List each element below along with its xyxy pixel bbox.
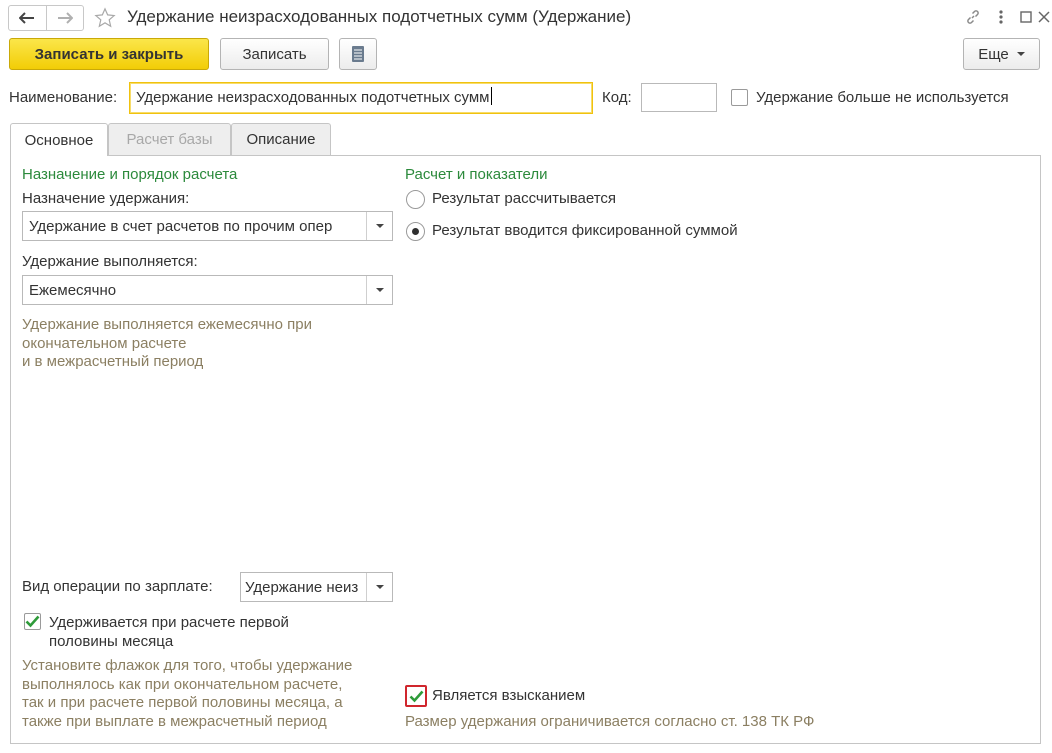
result-calculated-label: Результат рассчитывается [432, 190, 617, 207]
first-half-hint-line: так и при расчете первой половины месяца… [22, 694, 343, 711]
more-label: Еще [978, 45, 1009, 63]
chevron-down-icon [375, 288, 384, 292]
link-icon [967, 10, 979, 24]
schedule-hint: Удержание выполняется ежемесячно при око… [22, 316, 312, 372]
operation-label: Вид операции по зарплате: [22, 578, 213, 595]
checkmark-icon [409, 690, 423, 702]
tab-main[interactable]: Основное [10, 123, 108, 156]
save-button[interactable]: Записать [220, 38, 329, 70]
first-half-hint-line: Установите флажок для того, чтобы удержа… [22, 657, 353, 674]
link-button[interactable] [962, 6, 984, 28]
name-label: Наименование: [9, 89, 118, 106]
purpose-group-title: Назначение и порядок расчета [22, 166, 238, 183]
save-and-close-button[interactable]: Записать и закрыть [9, 38, 209, 70]
code-label: Код: [602, 89, 632, 106]
first-half-checkbox[interactable] [24, 613, 41, 630]
forward-arrow-icon [57, 12, 73, 24]
document-list-icon [352, 46, 364, 62]
first-half-hint-line: выполнялось как при окончательном расчет… [22, 675, 343, 693]
schedule-value: Ежемесячно [29, 281, 117, 299]
chevron-down-icon [375, 224, 384, 228]
schedule-hint-line: и в межрасчетный период [22, 353, 204, 370]
tab-description[interactable]: Описание [231, 123, 331, 155]
not-used-label: Удержание больше не используется [756, 89, 1009, 106]
schedule-select[interactable]: Ежемесячно [22, 275, 393, 305]
recovery-label: Является взысканием [432, 687, 586, 704]
history-nav [8, 5, 84, 31]
code-field[interactable] [641, 83, 717, 112]
operation-value: Удержание неиз [245, 578, 359, 596]
forward-button[interactable] [45, 6, 84, 30]
result-calculated-radio[interactable] [406, 190, 425, 209]
text-cursor [490, 87, 492, 105]
schedule-label: Удержание выполняется: [22, 253, 198, 270]
checkmark-icon [25, 615, 40, 628]
star-icon [94, 7, 116, 28]
document-journal-button[interactable] [339, 38, 377, 70]
purpose-select[interactable]: Удержание в счет расчетов по прочим опер [22, 211, 393, 241]
more-actions-button[interactable] [990, 6, 1012, 28]
recovery-checkbox[interactable] [405, 685, 427, 707]
schedule-dropdown-button[interactable] [366, 276, 392, 304]
close-icon [1038, 11, 1050, 23]
first-half-hint: Установите флажок для того, чтобы удержа… [22, 657, 352, 731]
back-arrow-icon [19, 12, 35, 24]
restore-icon [1020, 11, 1032, 23]
first-half-label-line: Удерживается при расчете первой [49, 614, 289, 631]
tab-panel [10, 155, 1041, 744]
close-button[interactable] [1036, 6, 1052, 28]
schedule-hint-line: окончательном расчете [22, 334, 187, 352]
operation-select[interactable]: Удержание неиз [240, 572, 393, 602]
operation-dropdown-button[interactable] [366, 573, 392, 601]
first-half-hint-line: также при выплате в межрасчетный период [22, 712, 327, 730]
calculation-group-title: Расчет и показатели [405, 166, 548, 183]
more-menu-button[interactable]: Еще [963, 38, 1040, 70]
purpose-label: Назначение удержания: [22, 190, 190, 207]
purpose-dropdown-button[interactable] [366, 212, 392, 240]
restore-button[interactable] [1015, 6, 1037, 28]
first-half-label-line: половины месяца [49, 633, 174, 650]
result-fixed-radio[interactable] [406, 222, 425, 241]
name-value: Удержание неизрасходованных подотчетных … [136, 89, 490, 106]
recovery-hint: Размер удержания ограничивается согласно… [405, 713, 815, 730]
chevron-down-icon [375, 585, 384, 589]
purpose-value: Удержание в счет расчетов по прочим опер [29, 217, 333, 235]
not-used-checkbox[interactable] [731, 89, 748, 106]
first-half-label: Удерживается при расчете первой половины… [49, 613, 289, 651]
chevron-down-icon [1016, 52, 1025, 56]
window-title: Удержание неизрасходованных подотчетных … [127, 7, 632, 26]
name-field[interactable]: Удержание неизрасходованных подотчетных … [129, 82, 593, 114]
result-fixed-label: Результат вводится фиксированной суммой [432, 222, 738, 239]
favorite-button[interactable] [92, 5, 118, 31]
more-vertical-icon [999, 10, 1003, 24]
schedule-hint-line: Удержание выполняется ежемесячно при [22, 316, 313, 333]
radio-selected-dot [412, 228, 419, 235]
tab-base-calculation[interactable]: Расчет базы [108, 123, 231, 155]
back-button[interactable] [9, 6, 46, 30]
